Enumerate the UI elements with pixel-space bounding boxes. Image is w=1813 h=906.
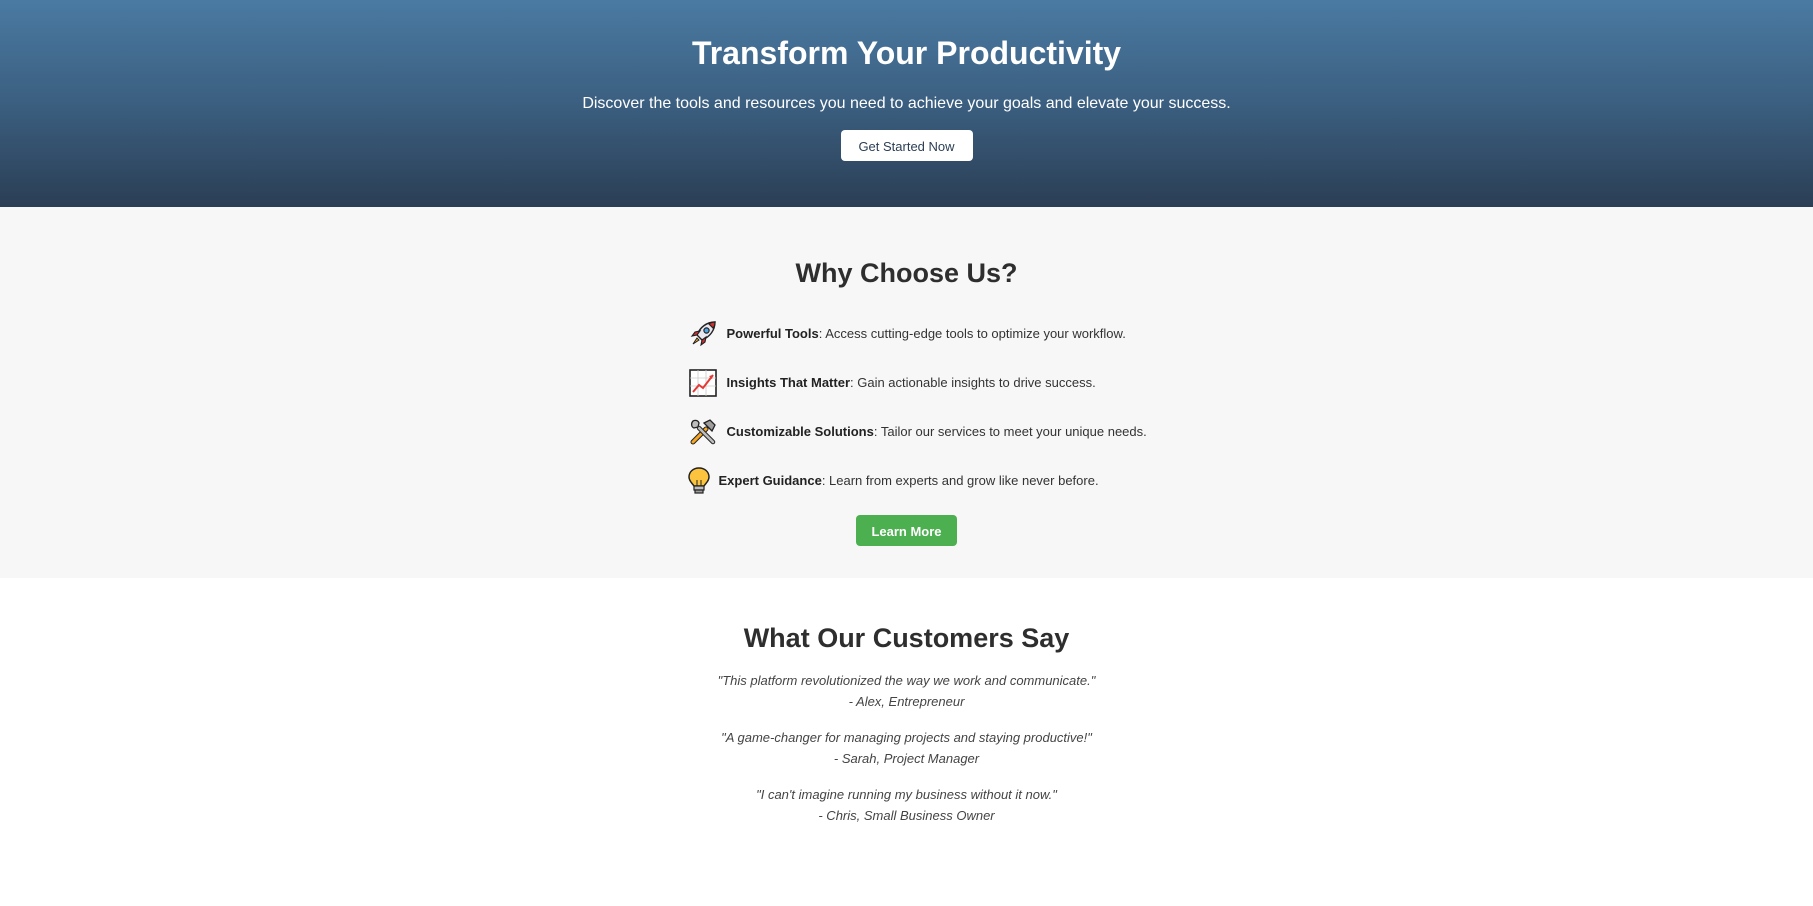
feature-description: : Gain actionable insights to drive succ…	[850, 375, 1096, 390]
feature-description: : Access cutting-edge tools to optimize …	[818, 326, 1126, 341]
feature-title: Powerful Tools	[726, 326, 819, 341]
testimonial-list: "This platform revolutionized the way we…	[0, 670, 1813, 826]
testimonial-quote: "A game-changer for managing projects an…	[721, 730, 1092, 745]
feature-text: Powerful Tools: Access cutting-edge tool…	[727, 326, 1126, 341]
feature-item-insights: Insights That Matter: Gain actionable in…	[687, 358, 1157, 407]
hero-subtitle: Discover the tools and resources you nee…	[582, 95, 1231, 112]
feature-list: Powerful Tools: Access cutting-edge tool…	[687, 309, 1157, 505]
testimonial-item: "I can't imagine running my business wit…	[0, 784, 1813, 826]
rocket-icon	[687, 318, 719, 350]
testimonials-heading: What Our Customers Say	[743, 623, 1070, 653]
feature-title: Insights That Matter	[726, 375, 851, 390]
feature-title: Customizable Solutions	[726, 424, 874, 439]
chart-increasing-icon	[687, 367, 719, 399]
hammer-wrench-icon	[687, 416, 719, 448]
feature-description: : Tailor our services to meet your uniqu…	[873, 424, 1147, 439]
testimonial-author: - Chris, Small Business Owner	[818, 808, 995, 823]
testimonial-quote: "I can't imagine running my business wit…	[756, 787, 1057, 802]
hero-section: Transform Your Productivity Discover the…	[0, 0, 1813, 207]
learn-more-button[interactable]: Learn More	[856, 515, 957, 546]
testimonial-item: "This platform revolutionized the way we…	[0, 670, 1813, 712]
features-heading: Why Choose Us?	[795, 258, 1018, 288]
lightbulb-icon	[687, 465, 711, 497]
feature-item-powerful-tools: Powerful Tools: Access cutting-edge tool…	[687, 309, 1157, 358]
hero-title: Transform Your Productivity	[691, 35, 1122, 71]
features-section: Why Choose Us? Powerful Tools: Access cu…	[0, 207, 1813, 578]
get-started-button[interactable]: Get Started Now	[840, 130, 973, 161]
feature-text: Customizable Solutions: Tailor our servi…	[727, 424, 1147, 439]
feature-item-customizable: Customizable Solutions: Tailor our servi…	[687, 407, 1157, 456]
feature-title: Expert Guidance	[718, 473, 822, 488]
feature-item-expert-guidance: Expert Guidance: Learn from experts and …	[687, 456, 1157, 505]
feature-text: Insights That Matter: Gain actionable in…	[727, 375, 1096, 390]
testimonial-quote: "This platform revolutionized the way we…	[717, 673, 1096, 688]
feature-text: Expert Guidance: Learn from experts and …	[719, 473, 1099, 488]
feature-description: : Learn from experts and grow like never…	[821, 473, 1099, 488]
testimonial-item: "A game-changer for managing projects an…	[0, 727, 1813, 769]
testimonial-author: - Sarah, Project Manager	[833, 751, 980, 766]
testimonials-section: What Our Customers Say "This platform re…	[0, 578, 1813, 826]
testimonial-author: - Alex, Entrepreneur	[848, 694, 965, 709]
